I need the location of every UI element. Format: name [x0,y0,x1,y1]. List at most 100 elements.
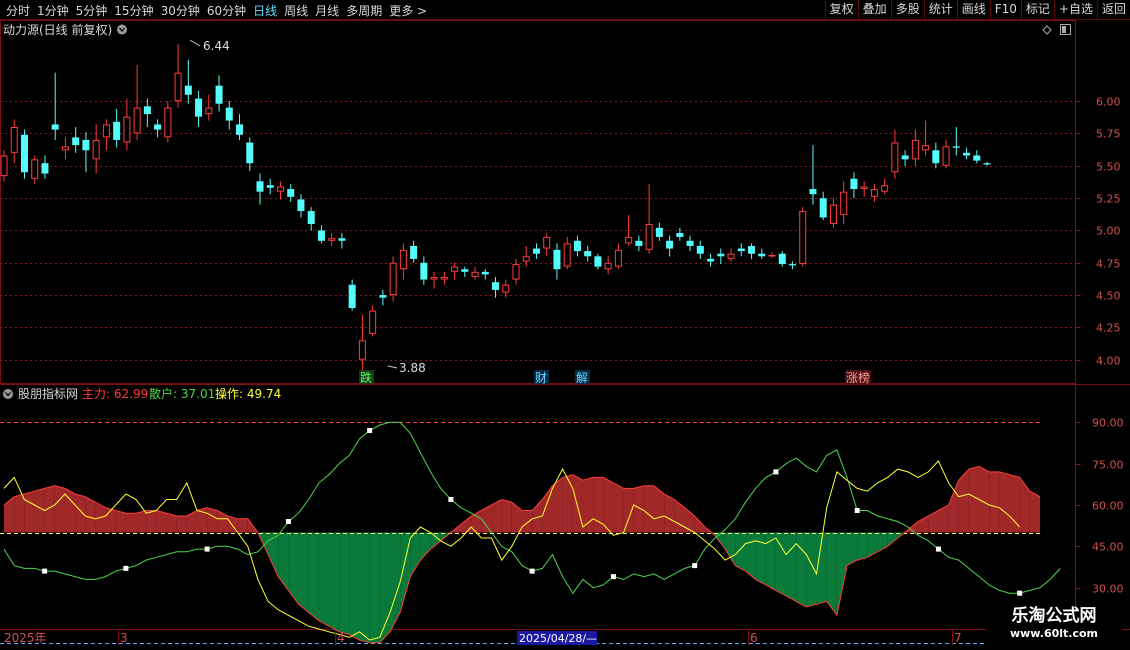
retail-marker [610,574,616,580]
f10-button[interactable]: F10 [989,0,1021,19]
back-button[interactable]: 返回 [1096,0,1130,19]
chevron-down-icon[interactable] [3,389,13,399]
candle-body-up [870,189,878,197]
candle-body-up [911,139,919,160]
retail-fill [349,532,360,641]
chevron-down-icon[interactable] [117,24,127,35]
y-tick-label: 6.00 [1096,96,1121,109]
adjust-button[interactable]: 复权 [824,0,858,19]
tab-more[interactable]: 更多 > [389,2,427,19]
date-label: 2025年 [4,631,47,645]
y-tick-label: 45.00 [1092,541,1124,554]
add-watchlist-button[interactable]: +自选 [1053,0,1097,19]
main-force-fill [694,516,705,533]
candle-body-down [532,248,540,254]
candle-body-down [348,284,356,309]
draw-line-button[interactable]: 画线 [956,0,990,19]
candle-body-down [41,163,49,174]
candle-body-up [276,186,284,192]
tab-5min[interactable]: 5分钟 [76,2,108,19]
main-force-fill [1029,491,1040,533]
main-force-fill [501,499,512,533]
mark-button[interactable]: 标记 [1020,0,1054,19]
candle-body-down [983,163,991,165]
main-force-fill [34,488,45,533]
main-force-fill [968,466,980,533]
candle-body-down [481,271,489,275]
main-force-fill [176,516,187,533]
retail-fill [755,532,766,585]
candle-body-down [584,251,592,257]
main-force-fill [146,510,157,533]
candle-body-up [451,266,459,272]
y-tick-label: 4.50 [1096,290,1121,303]
retail-marker [42,568,48,574]
candle-body-up [860,186,868,190]
retail-fill [796,532,807,607]
y-tick-label: 75.00 [1092,459,1124,472]
multi-stock-button[interactable]: 多股 [890,0,924,19]
candle-body-up [942,146,950,166]
tab-weekly[interactable]: 周线 [284,2,308,19]
candle-body-down [594,256,602,267]
statistics-button[interactable]: 统计 [923,0,957,19]
candle-body-down [113,121,121,140]
y-tick-label: 60.00 [1092,500,1124,513]
candle-body-down [778,253,786,265]
main-force-fill [1009,474,1020,533]
candle-body-down [635,240,643,246]
retail-fill [389,532,401,632]
retail-fill [339,532,350,635]
date-label: 7 [954,631,962,645]
diamond-icon[interactable] [1042,25,1052,35]
y-tick-label: 4.25 [1096,322,1121,335]
main-force-value: 主力: 62.99 [82,387,148,401]
toolbar: 分时 1分钟 5分钟 15分钟 30分钟 60分钟 日线 周线 月线 多周期 更… [0,0,1130,20]
tab-daily[interactable]: 日线 [253,2,277,19]
retail-fill [735,532,746,572]
candle-body-down [72,137,80,146]
retail-marker [854,507,860,513]
candle-body-down [236,124,244,135]
y-tick-label: 5.75 [1096,128,1121,141]
tab-15min[interactable]: 15分钟 [114,2,153,19]
tab-30min[interactable]: 30分钟 [161,2,200,19]
candle-body-down [809,189,817,195]
tab-monthly[interactable]: 月线 [315,2,339,19]
date-cursor-label: 2025/04/28/— [519,632,597,645]
candle-body-down [676,233,684,237]
candle-body-down [553,249,561,270]
candle-body-down [379,295,387,298]
y-tick-label: 4.00 [1096,355,1121,368]
candle-body-down [573,240,581,252]
candle-body-up [430,276,438,280]
tab-60min[interactable]: 60分钟 [207,2,246,19]
retail-marker [773,469,779,475]
candle-body-down [51,124,59,130]
date-axis: 2025年 3 4 2025/04/28/— 6 7 [4,630,962,645]
candle-body-up [0,155,8,177]
tab-multi-period[interactable]: 多周期 [346,2,382,19]
candle-body-down [82,139,90,151]
main-y-axis: 4.00 4.25 4.50 4.75 5.00 5.25 5.50 5.75 6.00 [1075,96,1121,368]
main-force-fill [166,513,177,533]
retail-fill [318,532,330,627]
candle-body-down [901,155,909,160]
candle-body-down [686,240,694,246]
indicator-reference-lines [0,422,1042,644]
candle-body-down [819,198,827,218]
candle-body-down [655,227,663,237]
tab-timeshare[interactable]: 分时 [6,2,30,19]
candle-body-down [338,238,346,241]
main-force-fill [14,493,25,533]
main-force-fill [664,493,675,533]
tab-1min[interactable]: 1分钟 [37,2,69,19]
candle-body-down [973,155,981,161]
retail-fill [308,532,319,621]
chart-area[interactable]: 动力源(日线 前复权) 4.00 4.25 4.50 4.75 5.00 5.25 5.50… [0,20,1130,650]
candles [0,44,991,376]
retail-fill [420,532,431,561]
retail-marker [204,546,210,552]
overlay-button[interactable]: 叠加 [857,0,891,19]
main-force-fill [125,513,137,533]
